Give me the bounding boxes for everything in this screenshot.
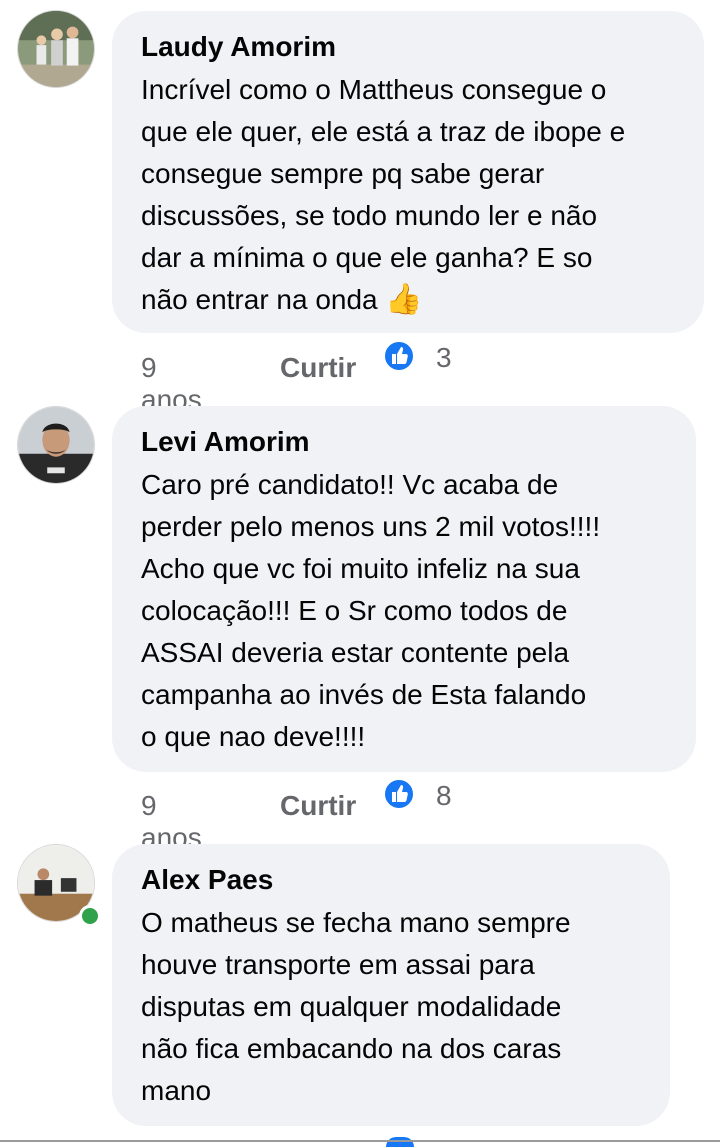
comment-text: O matheus se fecha mano sempre houve tra… [141,907,571,1106]
comment-author[interactable]: Levi Amorim [141,424,674,460]
comment-bubble: Alex Paes O matheus se fecha mano sempre… [112,844,670,1126]
thumbs-up-emoji: 👍 [385,283,423,316]
avatar[interactable] [17,406,95,484]
comment-text: Caro pré candidato!! Vc acaba de perder … [141,469,601,752]
avatar[interactable] [17,10,95,88]
reaction-count[interactable]: 8 [436,780,452,812]
comment-author[interactable]: Laudy Amorim [141,29,682,65]
thumbs-up-icon[interactable] [383,778,415,810]
thumbs-up-icon[interactable] [383,340,415,372]
comment-bubble: Laudy Amorim Incrível como o Mattheus co… [112,11,704,333]
reaction-count[interactable]: 3 [436,342,452,374]
comment-bubble: Levi Amorim Caro pré candidato!! Vc acab… [112,406,696,772]
like-button[interactable]: Curtir [280,352,356,384]
comment-author[interactable]: Alex Paes [141,862,648,898]
divider [0,1140,720,1142]
like-button[interactable]: Curtir [280,790,356,822]
thumbs-up-icon [386,1137,414,1147]
comment-text: Incrível como o Mattheus consegue o que … [141,74,626,316]
online-status-dot [79,905,101,927]
